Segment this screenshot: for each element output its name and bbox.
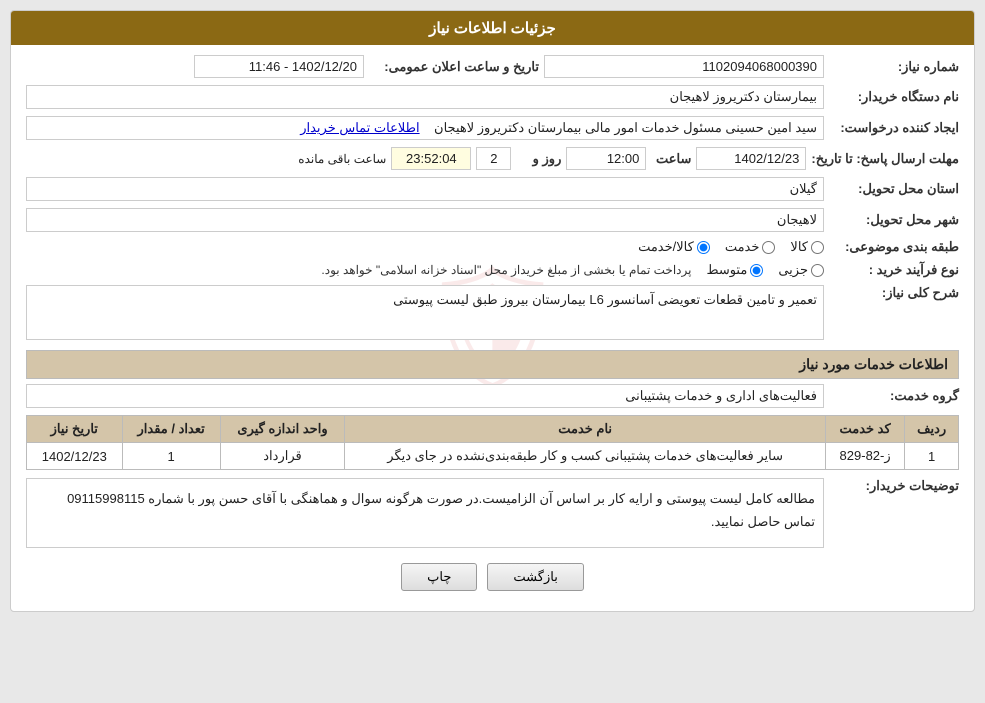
province-row: استان محل تحویل: گیلان	[26, 177, 959, 201]
td-date: 1402/12/23	[27, 443, 123, 470]
th-qty: تعداد / مقدار	[122, 416, 220, 443]
remaining-time-value: 23:52:04	[391, 147, 471, 170]
city-label: شهر محل تحویل:	[829, 212, 959, 228]
province-value: گیلان	[26, 177, 824, 201]
page-container: جزئیات اطلاعات نیاز 🛡 شماره نیاز: 110209…	[0, 0, 985, 703]
creator-contact-link[interactable]: اطلاعات تماس خریدار	[300, 120, 419, 135]
need-number-row: شماره نیاز: 1102094068000390 تاریخ و ساع…	[26, 55, 959, 78]
td-qty: 1	[122, 443, 220, 470]
category-label-khedmat: خدمت	[725, 239, 760, 255]
content-area: 🛡 شماره نیاز: 1102094068000390 تاریخ و س…	[11, 45, 974, 611]
process-option-jozi[interactable]: جزیی	[778, 262, 824, 278]
th-row-num: ردیف	[905, 416, 959, 443]
page-header: جزئیات اطلاعات نیاز	[11, 11, 974, 45]
process-radio-jozi[interactable]	[811, 264, 824, 277]
process-option-mota[interactable]: متوسط	[706, 262, 763, 278]
td-name: سایر فعالیت‌های خدمات پشتیبانی کسب و کار…	[345, 443, 825, 470]
process-label-jozi: جزیی	[778, 262, 808, 278]
print-button[interactable]: چاپ	[401, 563, 477, 591]
services-table: ردیف کد خدمت نام خدمت واحد اندازه گیری ت…	[26, 415, 959, 470]
content-relative: شماره نیاز: 1102094068000390 تاریخ و ساع…	[26, 55, 959, 591]
city-row: شهر محل تحویل: لاهیجان	[26, 208, 959, 232]
buyer-notes-value: مطالعه کامل لیست پیوستی و ارایه کار بر ا…	[26, 478, 824, 548]
need-number-label: شماره نیاز:	[829, 59, 959, 75]
table-row: 1 ز-82-829 سایر فعالیت‌های خدمات پشتیبان…	[27, 443, 959, 470]
th-name: نام خدمت	[345, 416, 825, 443]
buyer-org-label: نام دستگاه خریدار:	[829, 89, 959, 105]
deadline-row: مهلت ارسال پاسخ: تا تاریخ: 1402/12/23 سا…	[26, 147, 959, 170]
td-code: ز-82-829	[825, 443, 904, 470]
deadline-label: مهلت ارسال پاسخ: تا تاریخ:	[811, 151, 959, 167]
category-option-both[interactable]: کالا/خدمت	[638, 239, 710, 255]
category-radio-kala[interactable]	[811, 241, 824, 254]
category-label-both: کالا/خدمت	[638, 239, 694, 255]
city-value: لاهیجان	[26, 208, 824, 232]
deadline-days-value: 2	[476, 147, 511, 170]
date-announce-label: تاریخ و ساعت اعلان عمومی:	[369, 59, 539, 75]
remaining-label: ساعت باقی مانده	[298, 152, 386, 166]
category-radio-khedmat[interactable]	[762, 241, 775, 254]
category-row: طبقه بندی موضوعی: کالا خدمت کالا/خدمت	[26, 239, 959, 255]
creator-value: سید امین حسینی مسئول خدمات امور مالی بیم…	[26, 116, 824, 140]
need-desc-value: تعمیر و تامین قطعات تعویضی آسانسور L6 بی…	[26, 285, 824, 340]
need-desc-row: شرح کلی نیاز: تعمیر و تامین قطعات تعویضی…	[26, 285, 959, 340]
category-radio-both[interactable]	[697, 241, 710, 254]
deadline-date-value: 1402/12/23	[696, 147, 806, 170]
td-unit: قرارداد	[220, 443, 345, 470]
deadline-day-label: روز و	[516, 151, 561, 167]
process-radio-group: جزیی متوسط	[706, 262, 824, 278]
process-note: پرداخت تمام یا بخشی از مبلغ خریداز محل "…	[321, 263, 691, 277]
need-desc-label: شرح کلی نیاز:	[829, 285, 959, 301]
th-unit: واحد اندازه گیری	[220, 416, 345, 443]
page-title: جزئیات اطلاعات نیاز	[429, 20, 556, 37]
service-group-label: گروه خدمت:	[829, 388, 959, 404]
td-row-num: 1	[905, 443, 959, 470]
province-label: استان محل تحویل:	[829, 181, 959, 197]
process-label: نوع فرآیند خرید :	[829, 262, 959, 278]
category-option-khedmat[interactable]: خدمت	[725, 239, 776, 255]
category-label-kala: کالا	[790, 239, 808, 255]
category-option-kala[interactable]: کالا	[790, 239, 824, 255]
buyer-notes-row: توضیحات خریدار: مطالعه کامل لیست پیوستی …	[26, 478, 959, 548]
th-code: کد خدمت	[825, 416, 904, 443]
category-radio-group: کالا خدمت کالا/خدمت	[638, 239, 824, 255]
deadline-time-label: ساعت	[651, 151, 691, 167]
process-radio-mota[interactable]	[750, 264, 763, 277]
category-label: طبقه بندی موضوعی:	[829, 239, 959, 255]
buyer-org-row: نام دستگاه خریدار: بیمارستان دکتریروز لا…	[26, 85, 959, 109]
service-group-row: گروه خدمت: فعالیت‌های اداری و خدمات پشتی…	[26, 384, 959, 408]
buyer-org-value: بیمارستان دکتریروز لاهیجان	[26, 85, 824, 109]
process-type-row: نوع فرآیند خرید : جزیی متوسط پرداخت تمام…	[26, 262, 959, 278]
th-date: تاریخ نیاز	[27, 416, 123, 443]
need-number-value: 1102094068000390	[544, 55, 824, 78]
creator-row: ایجاد کننده درخواست: سید امین حسینی مسئو…	[26, 116, 959, 140]
creator-label: ایجاد کننده درخواست:	[829, 120, 959, 136]
bottom-buttons: بازگشت چاپ	[26, 563, 959, 591]
services-section-title: اطلاعات خدمات مورد نیاز	[26, 350, 959, 379]
service-group-value: فعالیت‌های اداری و خدمات پشتیبانی	[26, 384, 824, 408]
back-button[interactable]: بازگشت	[487, 563, 583, 591]
deadline-time-value: 12:00	[566, 147, 646, 170]
date-announce-value: 1402/12/20 - 11:46	[194, 55, 364, 78]
buyer-notes-label: توضیحات خریدار:	[829, 478, 959, 494]
main-box: جزئیات اطلاعات نیاز 🛡 شماره نیاز: 110209…	[10, 10, 975, 612]
table-header-row: ردیف کد خدمت نام خدمت واحد اندازه گیری ت…	[27, 416, 959, 443]
process-label-mota: متوسط	[706, 262, 747, 278]
